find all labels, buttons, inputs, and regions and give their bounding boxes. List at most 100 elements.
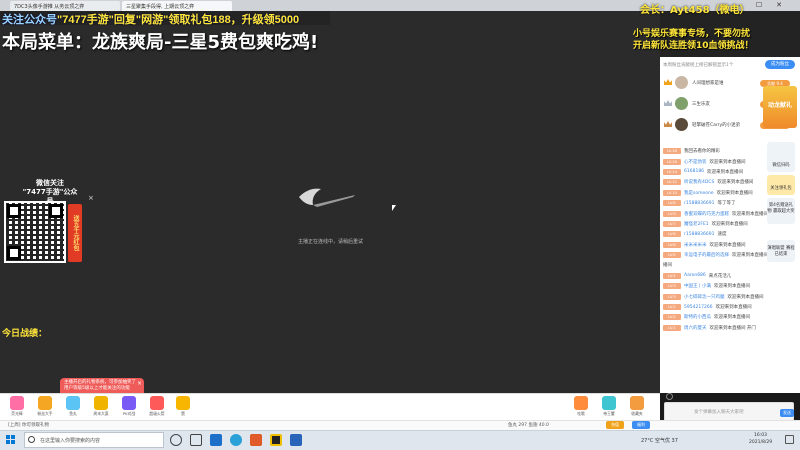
windows-start-icon[interactable] [6, 435, 16, 445]
gift-item[interactable]: 周末大惠 [90, 396, 112, 417]
fan-leader-name: 会长：Ayt458（微电） [640, 5, 750, 16]
chat-message-text: 欢迎来到本直播间 [732, 211, 767, 217]
chat-message-text: 我回去看你的精彩 [684, 149, 720, 155]
crown-icon [664, 121, 672, 127]
gift-icon [122, 396, 136, 410]
gift-bar: 荧光棒 粉丝大手 鱼丸 周末大惠 PK对战 超级火箭 赞 哇哦 帝王蟹 收藏夹 [0, 393, 660, 420]
level-badge: LV.12 [663, 179, 681, 186]
chat-message-list: LV.18 我回去看你的精彩 LV.16 心不是伪装 欢迎来到本直播间 LV.14 6168… [663, 146, 767, 333]
chat-user-name[interactable]: 小七碎碎念一只鸡腿 [684, 294, 725, 300]
browser-tab-2[interactable]: 三星聚集手段得, 上期云顶之弈 [122, 1, 232, 11]
weather-status[interactable]: 27°C 空气优 37 [641, 437, 678, 444]
gift-icon [38, 396, 52, 410]
avatar [675, 97, 688, 110]
browser-tab-1[interactable]: 7DC3头像手游推 从务云顶之弈 [10, 1, 120, 11]
app-icon[interactable] [290, 434, 302, 446]
loading-logo-icon [299, 188, 355, 207]
chat-message: LV.3 中国王丨小满 欢迎来到本直播间 [663, 281, 767, 291]
status-left-text[interactable]: [上周] 你可领取礼物 [8, 422, 49, 428]
chat-message: LV.6 r1588836691 速度 [663, 229, 767, 239]
gift-icon [574, 396, 588, 410]
chat-user-name[interactable]: 6168186 [684, 169, 704, 174]
gift-name: 鱼丸 [69, 411, 77, 416]
chat-user-name[interactable]: 幸运电子的最后的选择 [684, 252, 729, 258]
gift-item[interactable]: 粉丝大手 [34, 396, 56, 417]
chat-message-text: 欢迎来到本直播间 [716, 190, 753, 196]
level-badge: LV.9 [663, 210, 681, 217]
gift-promo-box[interactable]: 动龙献礼 [763, 86, 797, 128]
promo-line-1: 小号娱乐赛事专场，不要勿扰 [633, 29, 751, 39]
chat-user-name[interactable]: 香蜜双蝶的巧克力蛋糕 [684, 211, 729, 217]
chat-user-name[interactable]: r1588836691 [684, 201, 714, 206]
task-view-icon[interactable] [190, 434, 202, 446]
chat-user-name[interactable]: 中国王丨小满 [684, 283, 711, 289]
rank-row[interactable]: 轻擎破苍Carry的小迷弟 [664, 118, 764, 132]
edge-browser-icon[interactable] [230, 434, 242, 446]
chat-message-text: 播间 [663, 263, 672, 269]
obs-icon[interactable] [270, 434, 282, 446]
clock-time: 16:03 [754, 433, 768, 438]
chat-user-name[interactable]: 听说我有4DCS [684, 179, 714, 185]
level-badge: LV.3 [663, 293, 681, 300]
rank-row[interactable]: 人间理想家是谁 [664, 76, 764, 90]
chat-user-name[interactable]: 周六的夏天 [684, 325, 707, 331]
qr-close-icon[interactable]: × [88, 194, 94, 202]
level-badge: LV.16 [663, 158, 681, 165]
chat-user-name[interactable]: 我是someone [684, 190, 714, 196]
chat-message: LV.9 香蜜双蝶的巧克力蛋糕 欢迎来到本直播间 [663, 208, 767, 218]
send-button[interactable]: 发送 [780, 409, 794, 417]
chat-message-text: 欢迎来到本直播间 [727, 294, 764, 300]
cortana-icon[interactable] [170, 434, 182, 446]
gift-item[interactable]: 赞 [172, 396, 194, 417]
promo-close-icon[interactable]: × [137, 380, 142, 387]
level-badge: LV.3 [663, 283, 681, 290]
gift-icon [10, 396, 24, 410]
app-icon[interactable] [250, 434, 262, 446]
chat-message: LV.1 周六的夏天 欢迎来到本直播间 开门 [663, 323, 767, 333]
benefits-button[interactable]: 福利 [632, 421, 650, 429]
chat-message-text: 欢迎来到本直播间 [709, 159, 746, 165]
chat-message-text: 欢迎来到本直播间 [715, 305, 752, 311]
qr-finder-pattern [7, 204, 21, 218]
chat-message-text: 欢迎来到本直播间 [714, 315, 750, 321]
gift-item[interactable]: 荧光棒 [6, 396, 28, 417]
notification-icon[interactable] [785, 435, 794, 444]
join-fan-button[interactable]: 成为粉丝 [765, 60, 795, 69]
level-badge: LV.8 [663, 200, 681, 207]
level-badge: LV.7 [663, 220, 681, 227]
level-badge: LV.2 [663, 304, 681, 311]
loading-message: 主播正在连线中，请稍后重试 [298, 239, 364, 245]
gift-item[interactable]: 帝王蟹 [598, 396, 620, 417]
video-player[interactable]: 关注公众号"7477手游"回复"网游"领取礼包188，升级领5000 本局菜单：… [0, 11, 660, 393]
mouse-cursor-icon [392, 205, 396, 211]
chat-user-name[interactable]: 5954217266 [684, 305, 713, 310]
promo-line-2: 开启新队连胜领10血领挑战！ [633, 41, 754, 51]
chat-user-name[interactable]: r1588836691 [684, 232, 714, 237]
chat-message: LV.2 斯特的小西瓜 欢迎来到本直播间 [663, 312, 767, 322]
chat-user-name[interactable]: Aaron686 [684, 273, 706, 278]
gift-item[interactable]: 超级火箭 [146, 396, 168, 417]
recharge-button[interactable]: 充值 [606, 421, 624, 429]
chat-input-placeholder: 发个弹幕加入聊天大家吧 [694, 410, 744, 415]
side-widget-label: 第4名赠送礼物 赢取超大奖 [767, 203, 795, 214]
gift-item[interactable]: 鱼丸 [62, 396, 84, 417]
taskbar-clock[interactable]: 16:03 2021/8/29 [749, 432, 772, 446]
chat-user-name[interactable]: 魔怪老2FE1 [684, 221, 709, 227]
chat-user-name[interactable]: 斯特的小西瓜 [684, 314, 711, 320]
gift-name: 帝王蟹 [603, 411, 615, 416]
avatar [675, 118, 688, 131]
red-envelope-badge[interactable]: 送五千元红包 [68, 204, 82, 262]
gift-item[interactable]: 哇哦 [570, 396, 592, 417]
emoji-icon[interactable] [666, 393, 673, 400]
chat-message: LV.5 幸运电子的最后的选择 欢迎来到本直播间 [663, 250, 767, 260]
gift-item[interactable]: 收藏夹 [626, 396, 648, 417]
photos-app-icon[interactable] [210, 434, 222, 446]
chat-user-name[interactable]: 心不是伪装 [684, 159, 707, 165]
gift-item[interactable]: PK对战 [118, 396, 140, 417]
qr-finder-pattern [7, 246, 21, 260]
chat-user-name[interactable]: 米米米米米 [684, 242, 707, 248]
gift-icon [630, 396, 644, 410]
gift-icon [176, 396, 190, 410]
chat-message: 播间 [663, 260, 767, 270]
rank-row[interactable]: 三生乐友 [664, 97, 764, 111]
